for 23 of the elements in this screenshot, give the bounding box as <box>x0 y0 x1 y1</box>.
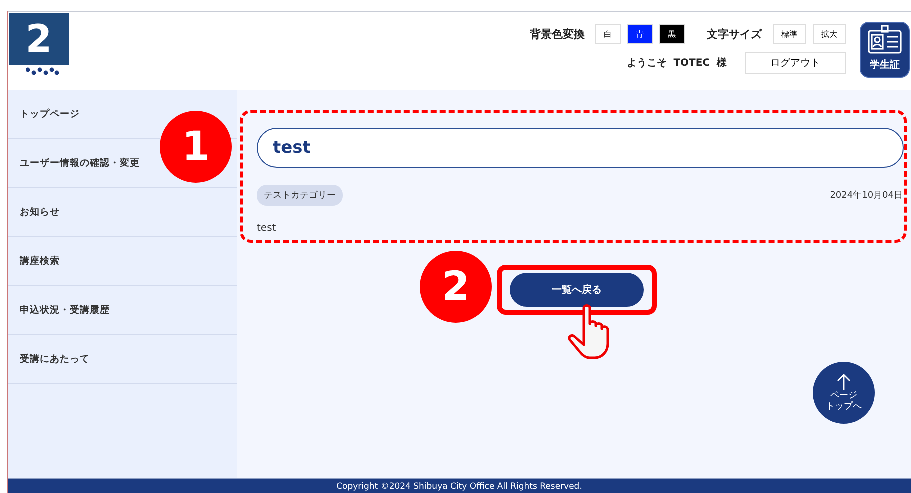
sidebar-item[interactable]: 講座検索 <box>8 237 237 286</box>
font-size-button[interactable]: 拡大 <box>813 24 846 44</box>
background-color-button[interactable]: 黒 <box>659 24 685 44</box>
sidebar-item[interactable]: 受講にあたって <box>8 335 237 384</box>
background-color-label: 背景色変換 <box>530 26 585 42</box>
copyright-text: Copyright ©2024 Shibuya City Office All Rights Reserved. <box>336 481 582 493</box>
back-to-list-button[interactable]: 一覧へ戻る <box>510 273 644 307</box>
notice-body: test <box>257 223 278 234</box>
background-color-button[interactable]: 青 <box>627 24 653 44</box>
step-badge: 2 <box>9 13 69 65</box>
student-card-button[interactable]: 学生証 <box>860 22 910 78</box>
font-size-button[interactable]: 標準 <box>773 24 806 44</box>
up-arrow-icon <box>837 373 851 391</box>
category-tag: テストカテゴリー <box>257 185 343 206</box>
welcome-text: ようこそ TOTEC 様 <box>626 56 727 70</box>
logout-button[interactable]: ログアウト <box>745 52 846 74</box>
notice-title: test <box>257 128 904 168</box>
sidebar-item[interactable]: 申込状況・受講履歴 <box>8 286 237 335</box>
notice-date: 2024年10月04日 <box>830 190 903 202</box>
id-card-icon <box>867 25 903 55</box>
font-size-label: 文字サイズ <box>707 26 762 42</box>
background-color-button[interactable]: 白 <box>595 24 621 44</box>
sidebar-item[interactable]: お知らせ <box>8 188 237 237</box>
